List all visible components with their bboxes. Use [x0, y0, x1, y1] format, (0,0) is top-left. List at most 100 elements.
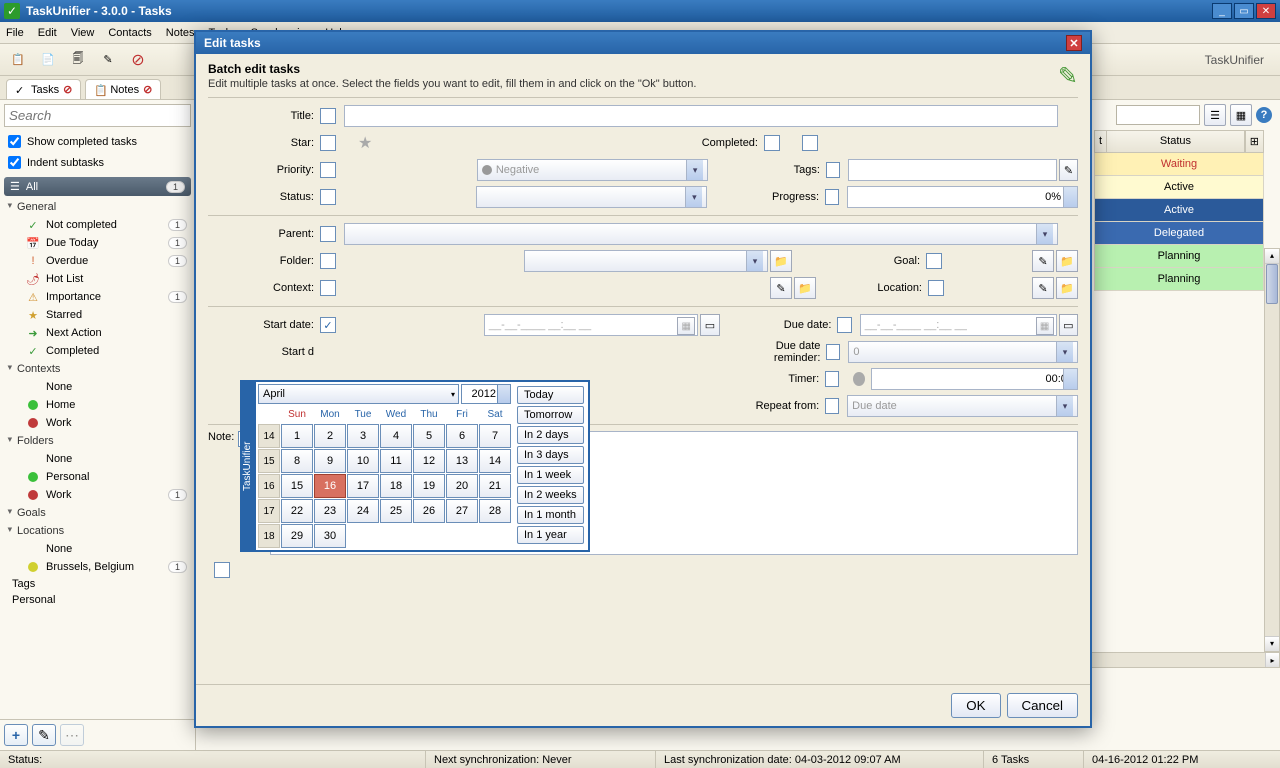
calendar-day[interactable]: 10 [347, 449, 379, 473]
calendar-day[interactable]: 28 [479, 499, 511, 523]
sidebar-group-locations[interactable]: Locations [4, 522, 191, 540]
calendar-day[interactable]: 2 [314, 424, 346, 448]
menu-notes[interactable]: Notes [166, 27, 195, 39]
calendar-day[interactable]: 24 [347, 499, 379, 523]
sidebar-item-all[interactable]: ☰ All 1 [4, 177, 191, 196]
goal-enable-checkbox[interactable] [926, 253, 942, 269]
parent-combo[interactable] [344, 223, 1058, 245]
ok-button[interactable]: OK [951, 693, 1000, 718]
tags-input[interactable] [848, 159, 1057, 181]
progress-input[interactable]: 0% [847, 186, 1078, 208]
status-row[interactable]: Active [1094, 176, 1264, 199]
context-enable-checkbox[interactable] [320, 280, 336, 296]
calendar-day[interactable]: 16 [314, 474, 346, 498]
sidebar-item[interactable]: None [4, 450, 191, 468]
due-date-enable-checkbox[interactable] [837, 317, 851, 333]
calendar-day[interactable]: 27 [446, 499, 478, 523]
status-enable-checkbox[interactable] [320, 189, 336, 205]
calendar-quick-button[interactable]: In 2 weeks [517, 486, 584, 504]
sidebar-item-personal[interactable]: Personal [4, 592, 191, 608]
location-browse-button[interactable]: 📁 [1056, 277, 1078, 299]
calendar-year-spinner[interactable]: 2012 [461, 384, 511, 404]
calendar-day[interactable]: 15 [281, 474, 313, 498]
sidebar-group-folders[interactable]: Folders [4, 432, 191, 450]
calendar-quick-button[interactable]: In 1 year [517, 526, 584, 544]
timer-icon[interactable] [853, 372, 865, 386]
calendar-day[interactable]: 4 [380, 424, 412, 448]
calendar-day[interactable]: 8 [281, 449, 313, 473]
menu-file[interactable]: File [6, 27, 24, 39]
calendar-day[interactable]: 6 [446, 424, 478, 448]
toolbar-edit-icon[interactable]: ✎ [96, 48, 120, 72]
menu-view[interactable]: View [71, 27, 95, 39]
context-browse-button[interactable]: 📁 [794, 277, 816, 299]
sidebar-group-contexts[interactable]: Contexts [4, 360, 191, 378]
due-reminder-combo[interactable]: 0 [848, 341, 1078, 363]
calendar-quick-button[interactable]: Tomorrow [517, 406, 584, 424]
toolbar-add-icon[interactable]: 📋 [6, 48, 30, 72]
calendar-day[interactable]: 13 [446, 449, 478, 473]
calendar-day[interactable]: 26 [413, 499, 445, 523]
content-columns-button[interactable]: ▦ [1230, 104, 1252, 126]
due-date-input[interactable]: __-__-____ __:__ __▦ [860, 314, 1057, 336]
goal-edit-button[interactable]: ✎ [1032, 250, 1054, 272]
start-date-enable-checkbox[interactable]: ✓ [320, 317, 336, 333]
calendar-day[interactable]: 25 [380, 499, 412, 523]
sidebar-item[interactable]: Home [4, 396, 191, 414]
close-tab-icon[interactable]: ⊘ [63, 83, 72, 96]
priority-combo[interactable]: Negative [477, 159, 708, 181]
title-enable-checkbox[interactable] [320, 108, 336, 124]
calendar-icon[interactable]: ▦ [677, 317, 695, 335]
show-completed-checkbox[interactable]: Show completed tasks [0, 131, 195, 152]
calendar-day[interactable]: 21 [479, 474, 511, 498]
sidebar-item[interactable]: ✓Completed [4, 342, 191, 360]
hscroll-right-icon[interactable]: ▸ [1265, 653, 1279, 667]
calendar-day[interactable]: 30 [314, 524, 346, 548]
sidebar-item[interactable]: 📅Due Today1 [4, 234, 191, 252]
calendar-day[interactable]: 29 [281, 524, 313, 548]
sidebar-item-tags[interactable]: Tags [4, 576, 191, 592]
col-config-icon[interactable]: ⊞ [1245, 130, 1264, 153]
search-input[interactable] [4, 104, 191, 127]
status-combo[interactable] [476, 186, 707, 208]
calendar-icon[interactable]: ▦ [1036, 317, 1054, 335]
folder-enable-checkbox[interactable] [320, 253, 336, 269]
indent-subtasks-checkbox[interactable]: Indent subtasks [0, 152, 195, 173]
star-icon[interactable]: ★ [358, 133, 372, 153]
sidebar-item[interactable]: !Overdue1 [4, 252, 191, 270]
menu-edit[interactable]: Edit [38, 27, 57, 39]
timer-input[interactable]: 00:00 [871, 368, 1078, 390]
sidebar-more-button[interactable]: ⋯ [60, 724, 84, 746]
sidebar-item[interactable]: Personal [4, 468, 191, 486]
status-row[interactable]: Planning [1094, 268, 1264, 291]
calendar-day[interactable]: 12 [413, 449, 445, 473]
location-edit-button[interactable]: ✎ [1032, 277, 1054, 299]
status-row[interactable]: Active [1094, 199, 1264, 222]
context-edit-button[interactable]: ✎ [770, 277, 792, 299]
folder-browse-button[interactable]: 📁 [770, 250, 792, 272]
sidebar-group-general[interactable]: General [4, 198, 191, 216]
start-date-clear-button[interactable]: ▭ [700, 314, 719, 336]
calendar-day[interactable]: 19 [413, 474, 445, 498]
calendar-day[interactable]: 5 [413, 424, 445, 448]
toolbar-note-icon[interactable]: 📄 [36, 48, 60, 72]
calendar-day[interactable]: 14 [479, 449, 511, 473]
sidebar-item[interactable]: Work [4, 414, 191, 432]
window-close-button[interactable]: ✕ [1256, 3, 1276, 19]
sidebar-item[interactable]: 🌶Hot List [4, 270, 191, 288]
close-tab-icon[interactable]: ⊘ [143, 83, 152, 96]
maximize-button[interactable]: ▭ [1234, 3, 1254, 19]
start-date-input[interactable]: __-__-____ __:__ __▦ [484, 314, 698, 336]
help-icon[interactable]: ? [1256, 107, 1272, 123]
sidebar-item[interactable]: ✓Not completed1 [4, 216, 191, 234]
cancel-button[interactable]: Cancel [1007, 693, 1079, 718]
menu-contacts[interactable]: Contacts [108, 27, 151, 39]
calendar-quick-button[interactable]: Today [517, 386, 584, 404]
calendar-day[interactable]: 18 [380, 474, 412, 498]
status-row[interactable]: Waiting [1094, 153, 1264, 176]
tags-edit-button[interactable]: ✎ [1059, 159, 1078, 181]
calendar-day[interactable]: 20 [446, 474, 478, 498]
repeat-from-combo[interactable]: Due date [847, 395, 1078, 417]
minimize-button[interactable]: _ [1212, 3, 1232, 19]
toolbar-delete-icon[interactable]: ⊘ [126, 48, 150, 72]
